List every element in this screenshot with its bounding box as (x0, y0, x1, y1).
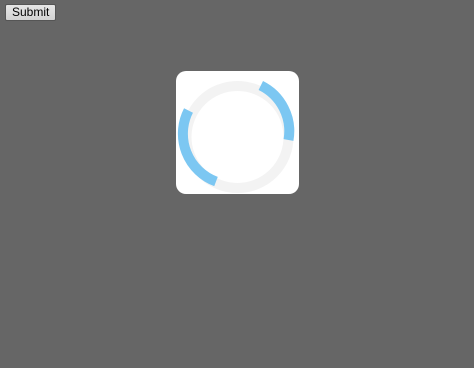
loading-dialog (176, 71, 299, 194)
spinner-arc-left (177, 108, 218, 187)
submit-button[interactable]: Submit (5, 4, 57, 21)
spinner-arc-right (258, 81, 295, 141)
loading-spinner-icon (177, 81, 295, 193)
